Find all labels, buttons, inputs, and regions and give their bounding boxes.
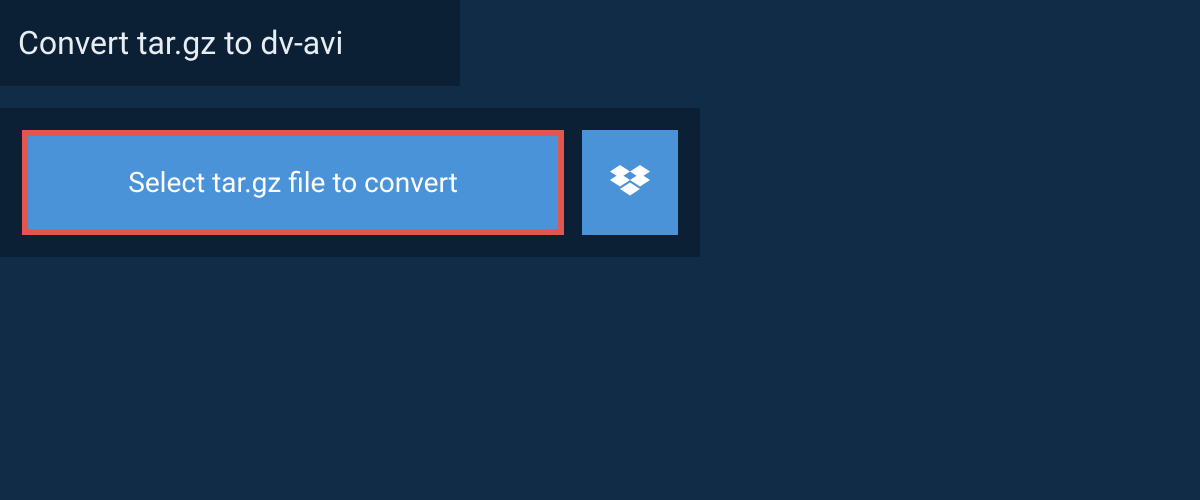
dropbox-icon — [610, 165, 650, 201]
select-file-button[interactable]: Select tar.gz file to convert — [22, 130, 564, 235]
spacer — [0, 86, 1200, 108]
select-file-label: Select tar.gz file to convert — [128, 166, 458, 199]
dropbox-button[interactable] — [582, 130, 678, 235]
title-bar: Convert tar.gz to dv-avi — [0, 0, 460, 86]
upload-panel: Select tar.gz file to convert — [0, 108, 700, 257]
page-title: Convert tar.gz to dv-avi — [18, 24, 442, 62]
